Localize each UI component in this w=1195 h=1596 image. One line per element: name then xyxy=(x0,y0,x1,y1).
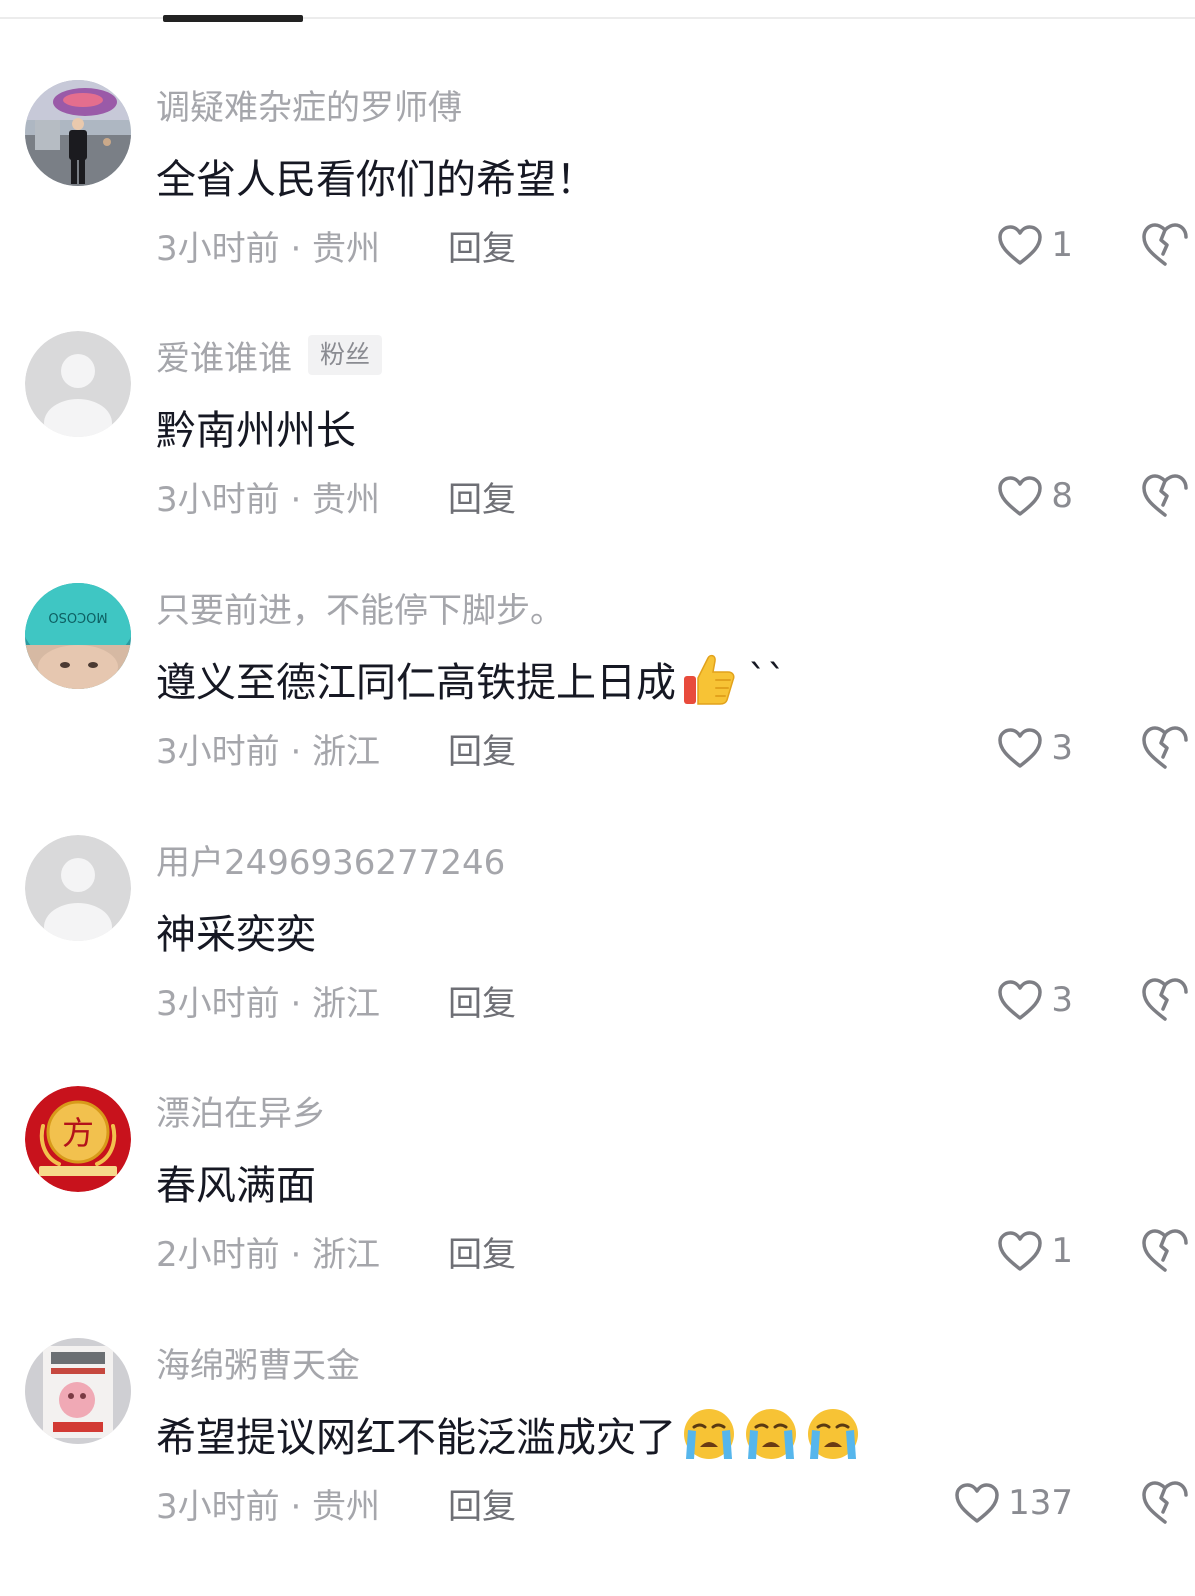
avatar[interactable] xyxy=(25,1338,131,1444)
comment-item: 用户2496936277246 神采奕奕 3小时前 · 浙江 回复 3 xyxy=(0,755,1195,1024)
username[interactable]: 海绵粥曹天金 xyxy=(156,1338,360,1387)
thumbs-up-emoji-icon xyxy=(680,650,738,708)
avatar[interactable] xyxy=(25,80,131,186)
comment-text: 黔南州州长 xyxy=(156,408,356,454)
comment-item: MOCOSO 只要前进，不能停下脚步。 遵义至德江同仁高铁提上日成 `` 3小时… xyxy=(0,503,1195,772)
reply-button[interactable]: 回复 xyxy=(448,1479,516,1528)
heart-icon xyxy=(955,1483,999,1523)
comment-extra-text: `` xyxy=(748,657,786,701)
comment-text: 希望提议网红不能泛滥成灾了 xyxy=(156,1415,676,1461)
comment-item: 调疑难杂症的罗师傅 全省人民看你们的希望！ 3小时前 · 贵州 回复 1 xyxy=(0,0,1195,269)
comment-meta: 3小时前 · 贵州 xyxy=(156,1486,381,1527)
comment-item: 爱谁谁谁 粉丝 黔南州州长 3小时前 · 贵州 回复 8 xyxy=(0,251,1195,520)
avatar[interactable] xyxy=(25,835,131,941)
comment-item: 海绵粥曹天金 希望提议网红不能泛滥成灾了 3小时前 · 贵州 回复 137 xyxy=(0,1258,1195,1527)
username[interactable]: 只要前进，不能停下脚步。 xyxy=(156,583,564,632)
avatar[interactable] xyxy=(25,331,131,437)
comment-text: 遵义至德江同仁高铁提上日成 xyxy=(156,660,676,706)
username[interactable]: 漂泊在异乡 xyxy=(156,1086,326,1135)
comment-text: 春风满面 xyxy=(156,1163,316,1209)
comment-item: 方 漂泊在异乡 春风满面 2小时前 · 浙江 回复 1 xyxy=(0,1006,1195,1275)
like-button[interactable]: 137 xyxy=(954,1478,1073,1528)
dislike-button[interactable] xyxy=(1140,1478,1190,1528)
username[interactable]: 爱谁谁谁 xyxy=(156,331,292,380)
comment-text: 神采奕奕 xyxy=(156,912,316,958)
svg-text:MOCOSO: MOCOSO xyxy=(48,609,107,624)
fan-badge: 粉丝 xyxy=(308,335,383,375)
like-count: 137 xyxy=(1008,1483,1073,1523)
avatar[interactable]: 方 xyxy=(25,1086,131,1192)
username[interactable]: 用户2496936277246 xyxy=(156,835,505,884)
crying-emoji-icon xyxy=(742,1405,800,1463)
avatar[interactable]: MOCOSO xyxy=(25,583,131,689)
username[interactable]: 调疑难杂症的罗师傅 xyxy=(156,80,462,129)
svg-text:方: 方 xyxy=(62,1114,94,1152)
crying-emoji-icon xyxy=(804,1405,862,1463)
broken-heart-icon xyxy=(1142,1481,1188,1524)
comment-text: 全省人民看你们的希望！ xyxy=(156,157,596,203)
crying-emoji-icon xyxy=(680,1405,738,1463)
